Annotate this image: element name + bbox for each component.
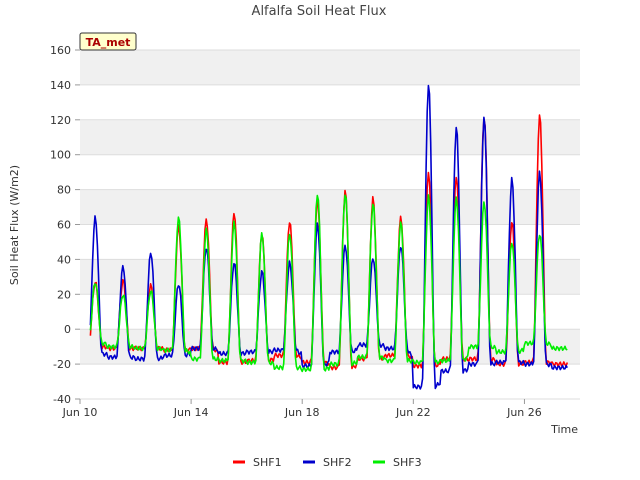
y-tick-label: 120 xyxy=(50,114,71,127)
grid-band xyxy=(80,50,580,85)
grid-band xyxy=(80,364,580,399)
legend-label-shf3: SHF3 xyxy=(393,456,422,469)
legend: SHF1 SHF2 SHF3 xyxy=(233,456,422,469)
ta-met-badge-label: TA_met xyxy=(86,36,131,49)
x-axis-label: Time xyxy=(550,423,578,436)
soil-heat-flux-chart: -40 -20 0 20 40 60 80 100 120 140 160 Jun 10 Jun 14… xyxy=(8,4,580,469)
y-tick-label: 40 xyxy=(57,253,71,266)
grid-band xyxy=(80,189,580,225)
y-tick-label: -20 xyxy=(53,358,71,371)
y-tick-label: 160 xyxy=(50,44,71,57)
grid-bands xyxy=(80,49,580,400)
y-axis-label: Soil Heat Flux (W/m2) xyxy=(8,165,21,285)
x-axis-ticks: Jun 10 Jun 14 Jun 18 Jun 22 Jun 26 xyxy=(62,399,542,419)
y-tick-label: 60 xyxy=(57,219,71,232)
y-tick-label: 20 xyxy=(57,288,71,301)
y-tick-label: 140 xyxy=(50,79,71,92)
y-tick-label: 0 xyxy=(64,323,71,336)
x-tick-label: Jun 10 xyxy=(62,406,98,419)
y-tick-label: 100 xyxy=(50,149,71,162)
grid-band xyxy=(80,259,580,295)
grid-band xyxy=(80,84,580,120)
x-tick-label: Jun 22 xyxy=(395,406,431,419)
x-tick-label: Jun 14 xyxy=(173,406,209,419)
legend-label-shf2: SHF2 xyxy=(323,456,352,469)
x-tick-label: Jun 26 xyxy=(506,406,542,419)
grid-band xyxy=(80,224,580,260)
chart-title: Alfalfa Soil Heat Flux xyxy=(252,4,387,19)
x-tick-label: Jun 18 xyxy=(284,406,320,419)
legend-label-shf1: SHF1 xyxy=(253,456,282,469)
y-axis-ticks: -40 -20 0 20 40 60 80 100 120 140 160 xyxy=(50,44,80,406)
ta-met-badge: TA_met xyxy=(79,32,137,51)
grid-band xyxy=(80,119,580,155)
y-tick-label: 80 xyxy=(57,184,71,197)
grid-band xyxy=(80,154,580,190)
y-tick-label: -40 xyxy=(53,393,71,406)
